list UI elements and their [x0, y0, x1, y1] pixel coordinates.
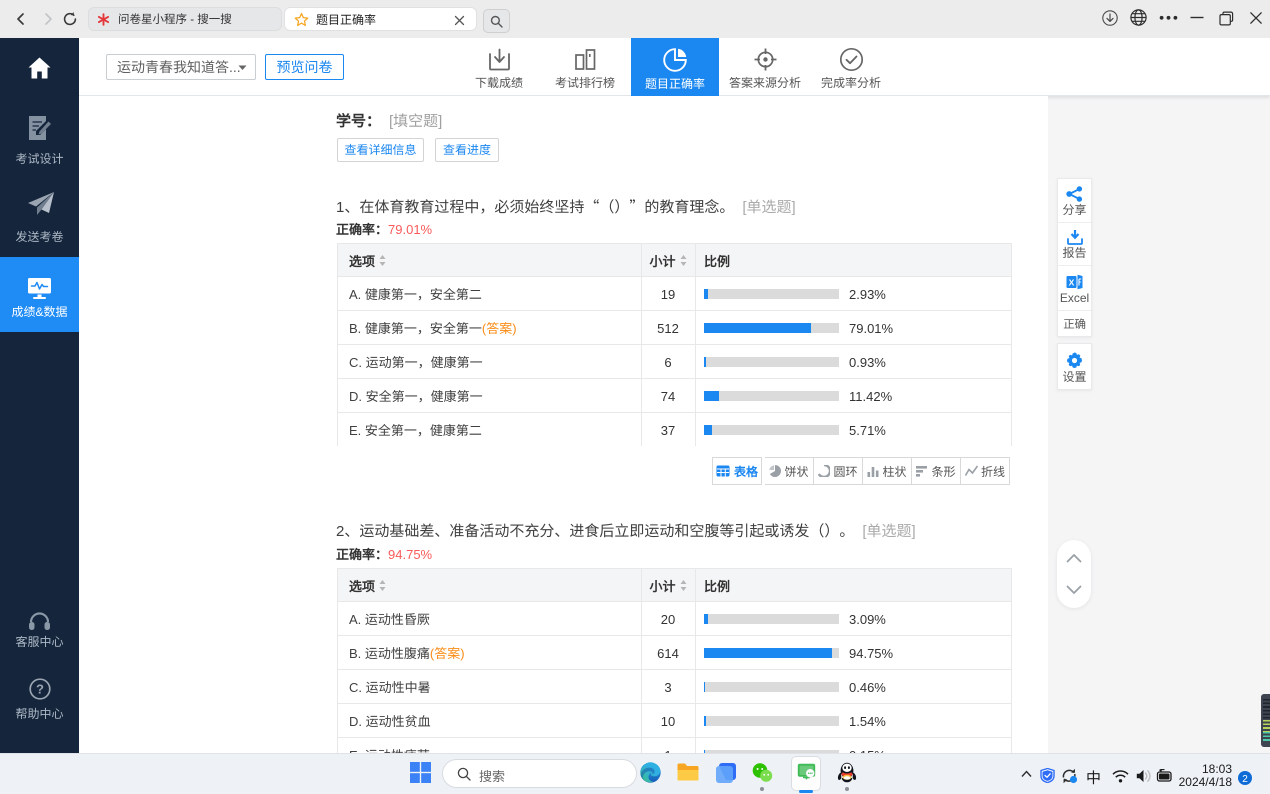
svg-text:?: ?: [36, 682, 44, 697]
svg-text:X: X: [1069, 277, 1075, 287]
